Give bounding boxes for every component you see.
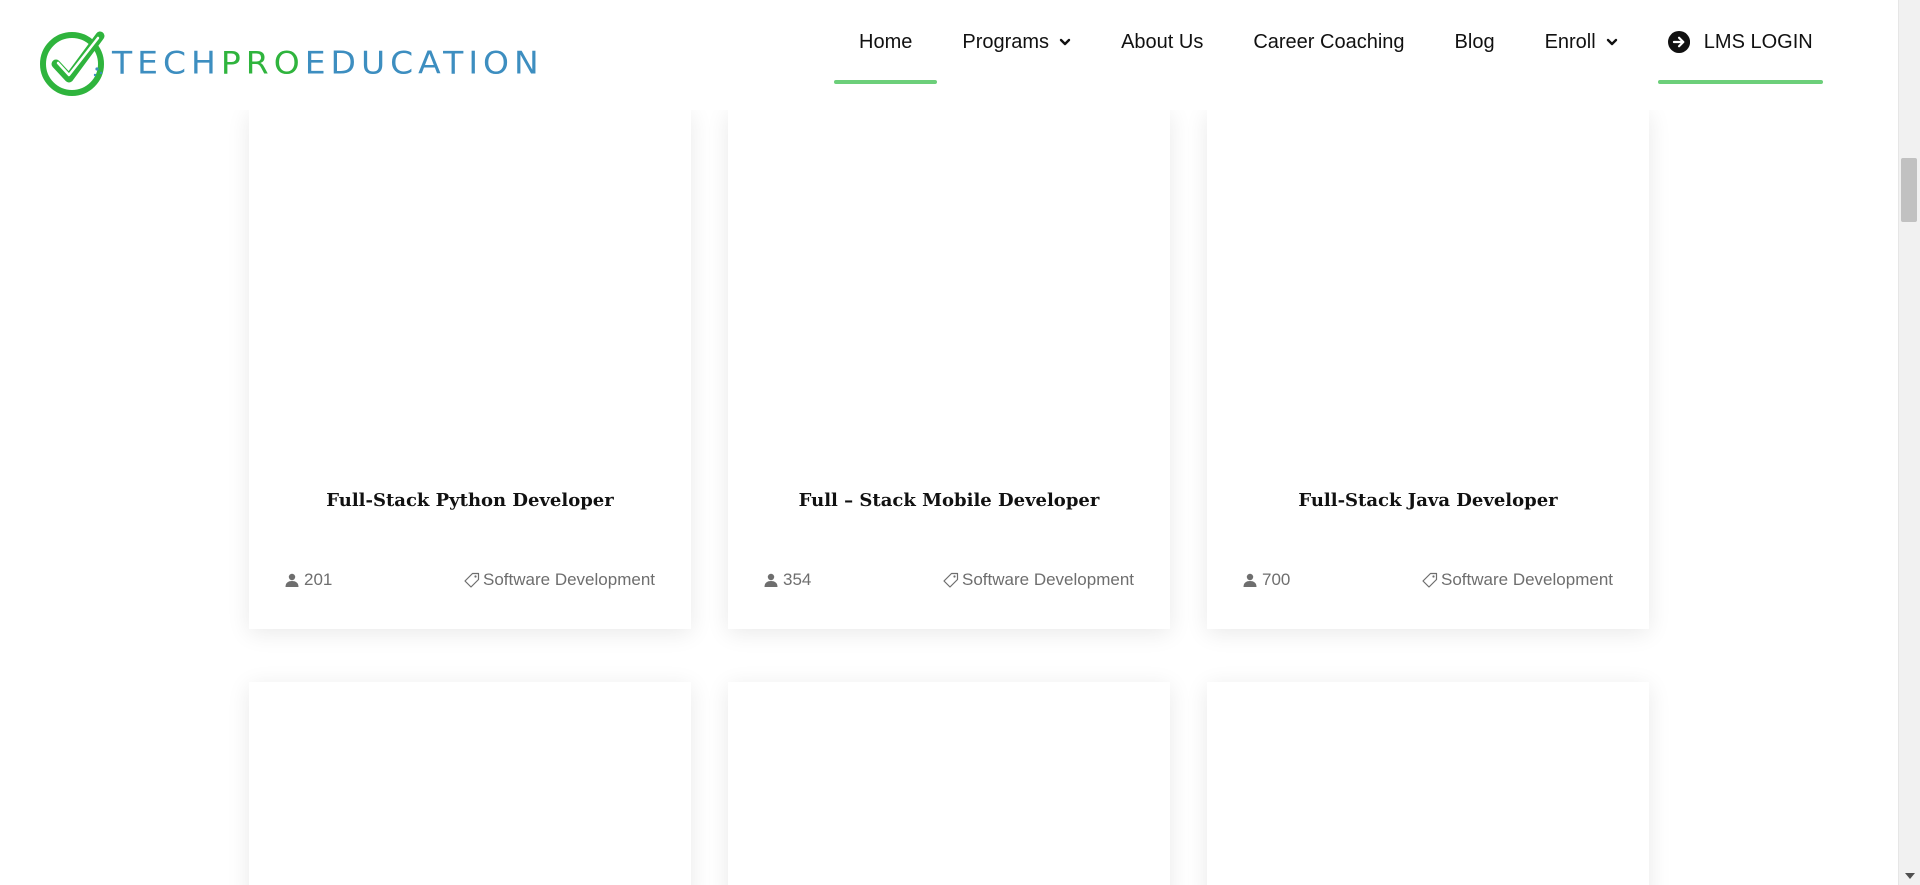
nav-career-label: Career Coaching — [1253, 30, 1405, 53]
course-category[interactable]: Software Development — [1422, 570, 1613, 590]
logo-check-icon — [40, 31, 105, 96]
course-card[interactable] — [728, 682, 1170, 885]
course-category-label: Software Development — [483, 570, 655, 589]
scroll-down-arrow-icon[interactable] — [1905, 873, 1915, 879]
tag-icon — [943, 572, 959, 588]
course-category-label: Software Development — [1441, 570, 1613, 589]
nav-blog-label: Blog — [1454, 30, 1495, 53]
nav-programs-label: Programs — [962, 30, 1050, 53]
course-students: 700 — [1243, 570, 1290, 590]
course-students-count: 700 — [1262, 570, 1291, 589]
nav-about-label: About Us — [1121, 30, 1204, 53]
course-students: 201 — [285, 570, 332, 590]
logo-text-pro: PRO — [220, 43, 305, 81]
course-card[interactable]: Full-Stack Python Developer 201 Software… — [249, 110, 691, 629]
site-header: TECHPROEDUCATION Home Programs About Us … — [0, 0, 1898, 110]
nav-about-us[interactable]: About Us — [1096, 0, 1228, 84]
course-students: 354 — [764, 570, 811, 590]
chevron-down-icon — [1606, 38, 1617, 46]
course-card[interactable] — [1207, 682, 1649, 885]
course-card[interactable] — [249, 682, 691, 885]
user-icon — [764, 573, 778, 587]
nav-enroll[interactable]: Enroll — [1520, 0, 1643, 84]
page-scrollbar[interactable] — [1898, 0, 1920, 885]
course-title[interactable]: Full-Stack Python Developer — [249, 490, 691, 511]
course-meta: 700 Software Development — [1243, 570, 1613, 590]
course-title[interactable]: Full-Stack Java Developer — [1207, 490, 1649, 511]
course-meta: 354 Software Development — [764, 570, 1134, 590]
chevron-down-icon — [1059, 38, 1071, 46]
course-category-label: Software Development — [962, 570, 1134, 589]
course-students-count: 354 — [783, 570, 812, 589]
course-category[interactable]: Software Development — [943, 570, 1134, 590]
nav-enroll-label: Enroll — [1544, 30, 1596, 53]
lms-login-button[interactable]: LMS LOGIN — [1657, 0, 1823, 84]
tag-icon — [1422, 572, 1438, 588]
logo-text-education: EDUCATION — [304, 43, 544, 81]
site-logo[interactable]: TECHPROEDUCATION — [38, 26, 544, 98]
nav-career-coaching[interactable]: Career Coaching — [1228, 0, 1429, 84]
course-students-count: 201 — [304, 570, 333, 589]
scrollbar-thumb[interactable] — [1901, 158, 1917, 222]
user-icon — [1243, 573, 1257, 587]
course-meta: 201 Software Development — [285, 570, 655, 590]
user-icon — [285, 573, 299, 587]
nav-home[interactable]: Home — [834, 0, 938, 84]
course-card[interactable]: Full – Stack Mobile Developer 354 Softwa… — [728, 110, 1170, 629]
logo-text-tech: TECH — [112, 43, 221, 81]
arrow-circle-right-icon — [1667, 30, 1690, 54]
logo-wordmark: TECHPROEDUCATION — [112, 43, 544, 80]
course-title[interactable]: Full – Stack Mobile Developer — [728, 490, 1170, 511]
tag-icon — [464, 572, 480, 588]
course-card[interactable]: Full-Stack Java Developer 700 Software D… — [1207, 110, 1649, 629]
main-nav: Home Programs About Us Career Coaching B… — [834, 0, 1823, 84]
nav-programs[interactable]: Programs — [937, 0, 1096, 84]
course-category[interactable]: Software Development — [464, 570, 655, 590]
nav-blog[interactable]: Blog — [1430, 0, 1520, 84]
lms-login-label: LMS LOGIN — [1703, 30, 1813, 53]
nav-home-label: Home — [859, 30, 913, 53]
